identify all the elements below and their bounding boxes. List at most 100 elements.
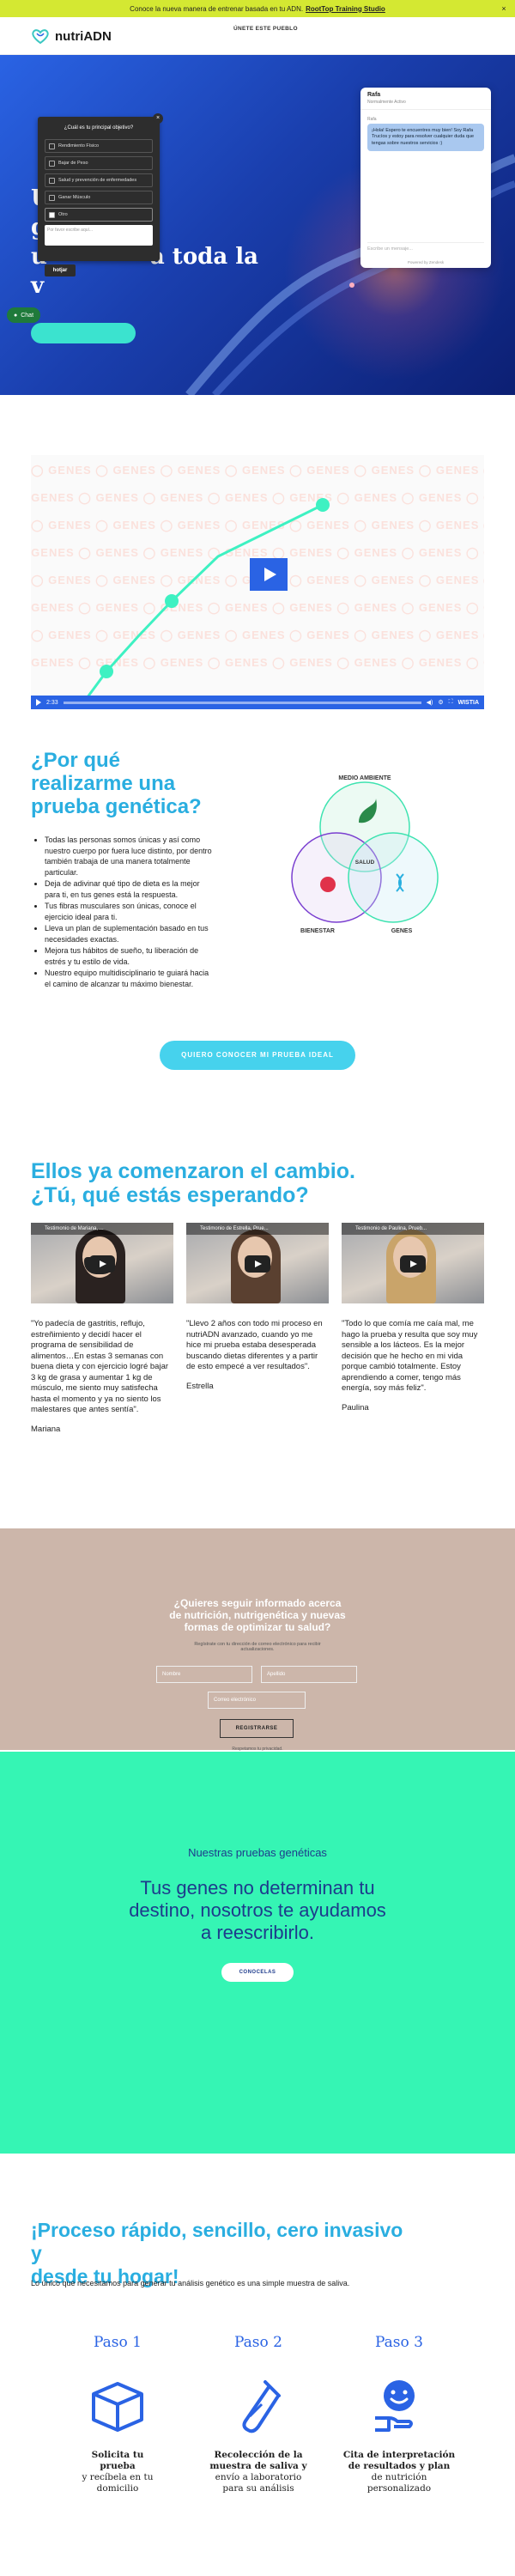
testimonial-video[interactable]: Testimonio de Estrella, Prue... — [186, 1223, 329, 1303]
tests-eyebrow: Nuestras pruebas genéticas — [188, 1846, 327, 1859]
newsletter-title-line: de nutrición, nutrigenética y nuevas — [169, 1609, 346, 1621]
nav-item[interactable]: ÚNETE ESTE PUEBLO — [233, 26, 298, 32]
testimonial-quote: "Yo padecía de gastritis, reflujo, estre… — [31, 1319, 169, 1414]
hero-line-3b: a toda la — [149, 244, 258, 270]
newsletter-title-line: formas de optimizar tu salud? — [184, 1621, 331, 1633]
why-list: Todas las personas somos únicas y así co… — [45, 835, 216, 990]
list-item: Nuestro equipo multidisciplinario te gui… — [45, 968, 216, 989]
hero-cta-button[interactable] — [31, 323, 136, 343]
close-icon[interactable]: × — [153, 113, 163, 124]
video-time: 2:33 — [46, 699, 58, 706]
chat-input[interactable]: Escribe un mensaje... — [367, 242, 484, 256]
step-description-line: prueba — [100, 2461, 136, 2471]
play-button[interactable] — [400, 1255, 426, 1273]
fullscreen-icon[interactable]: ⛶ — [449, 699, 453, 706]
step-description-line: Cita de interpretación — [342, 2450, 456, 2460]
tests-headline-line: Tus genes no determinan tu — [140, 1877, 375, 1899]
testimonial-video[interactable]: Testimonio de Paulina, Prueb... — [342, 1223, 484, 1303]
checkbox[interactable] — [49, 211, 55, 218]
promo-link[interactable]: RootTop Training Studio — [306, 5, 385, 13]
process-title: ¡Proceso rápido, sencillo, cero invasivo… — [31, 2219, 417, 2288]
video-caption: Testimonio de Estrella, Prue... — [186, 1223, 329, 1235]
survey-option[interactable]: Salud y prevención de enfermedades — [45, 173, 153, 187]
chat-header: Rafa Normalmente Activo — [360, 88, 491, 110]
newsletter-title-line: ¿Quieres seguir informado acerca — [173, 1597, 342, 1609]
wistia-logo[interactable]: WISTIA — [458, 700, 480, 706]
list-item: Mejora tus hábitos de sueño, tu liberaci… — [45, 945, 216, 967]
venn-diagram: MEDIO AMBIENTE BIENESTAR GENES SALUD — [291, 775, 439, 934]
tests-section: Nuestras pruebas genéticas Tus genes no … — [0, 1752, 515, 2154]
testimonial-video[interactable]: Testimonio de Mariana, ... — [31, 1223, 173, 1303]
survey-option[interactable]: Bajar de Peso — [45, 156, 153, 170]
chat-launcher-label: Chat — [21, 312, 34, 319]
testimonial-author: Estrella — [186, 1381, 214, 1391]
newsletter-title: ¿Quieres seguir informado acerca de nutr… — [163, 1597, 352, 1633]
survey-other-input[interactable]: Por favor escribe aquí... — [45, 225, 153, 246]
checkbox[interactable] — [49, 160, 55, 167]
survey-option-label: Salud y prevención de enfermedades — [58, 178, 137, 183]
box-icon — [92, 2382, 143, 2432]
tests-headline-line: destino, nosotros te ayudamos — [129, 1899, 386, 1921]
checkbox[interactable] — [49, 143, 55, 149]
survey-option-label: Otro — [58, 212, 68, 217]
promo-bar: Conoce la nueva manera de entrenar basad… — [0, 0, 515, 17]
play-button[interactable] — [245, 1255, 270, 1273]
play-icon[interactable] — [36, 699, 41, 706]
list-item: Todas las personas somos únicas y así co… — [45, 835, 216, 878]
process-step: Paso 3 Cita de interpretación de resulta… — [335, 2334, 464, 2494]
play-button[interactable] — [250, 558, 288, 591]
logo[interactable]: nutriADN — [31, 27, 112, 45]
promo-text: Conoce la nueva manera de entrenar basad… — [130, 4, 304, 13]
settings-icon[interactable]: ⚙ — [438, 699, 443, 706]
main-nav: ÚNETE ESTE PUEBLO — [233, 26, 506, 32]
email-field[interactable]: Correo electrónico — [208, 1692, 306, 1709]
why-title-line: ¿Por qué — [31, 749, 121, 772]
heart-dna-icon — [32, 29, 49, 45]
venn-label-right: GENES — [391, 928, 413, 934]
survey-option-label: Bajar de Peso — [58, 161, 88, 166]
process-step: Paso 2 Recolección de la muestra de sali… — [194, 2334, 323, 2494]
step-description-line: domicilio — [96, 2483, 139, 2494]
view-tests-button[interactable]: CONOCELAS — [221, 1963, 294, 1982]
first-name-field[interactable]: Nombre — [156, 1666, 252, 1683]
chat-launcher[interactable]: ● Chat — [7, 307, 41, 323]
process-step: Paso 1 Solicita tu prueba y recíbela en … — [53, 2334, 182, 2494]
chat-message: ¡Hola! Espero te encuentres muy bien! So… — [367, 124, 484, 152]
testimonials-title: Ellos ya comenzaron el cambio. ¿Tú, qué … — [31, 1159, 391, 1207]
survey-option[interactable]: Ganar Músculo — [45, 191, 153, 204]
tests-headline: Tus genes no determinan tu destino, noso… — [120, 1877, 395, 1944]
testimonial-author: Paulina — [342, 1402, 369, 1413]
survey-option-label: Ganar Músculo — [58, 195, 91, 200]
step-description: Solicita tu prueba y recíbela en tu domi… — [53, 2450, 182, 2494]
video-caption: Testimonio de Mariana, ... — [31, 1223, 173, 1235]
ideal-test-button[interactable]: QUIERO CONOCER MI PRUEBA IDEAL — [160, 1041, 355, 1070]
play-button[interactable] — [89, 1255, 115, 1273]
survey-option[interactable]: Rendimiento Físico — [45, 139, 153, 153]
video-player[interactable]: ◯ GENES ◯ GENES ◯ GENES ◯ GENES ◯ GENES … — [31, 455, 484, 709]
survey-option-label: Rendimiento Físico — [58, 143, 100, 149]
hotjar-badge[interactable]: hotjar — [45, 264, 76, 276]
checkbox[interactable] — [49, 194, 55, 201]
checkbox[interactable] — [49, 177, 55, 184]
testimonial-quote: "Llevo 2 años con todo mi proceso en nut… — [186, 1319, 323, 1371]
brand-name: nutriADN — [55, 28, 112, 44]
step-description-line: personalizado — [367, 2483, 432, 2494]
last-name-field[interactable]: Apellido — [261, 1666, 357, 1683]
list-item: Tus fibras musculares son únicas, conoce… — [45, 901, 216, 922]
register-button[interactable]: REGISTRARSE — [220, 1719, 294, 1738]
testimonial-author: Mariana — [31, 1424, 61, 1434]
process-subtitle: Lo único que necesitamos para generar tu… — [31, 2279, 350, 2287]
step-description-line: para su análisis — [222, 2483, 294, 2494]
step-description-line: y recíbela en tu — [82, 2472, 154, 2482]
volume-icon[interactable]: ◀) — [427, 699, 433, 706]
tests-headline-line: a reescribirlo. — [200, 1922, 315, 1943]
chat-footer: Powered by Zendesk — [407, 260, 445, 264]
close-icon[interactable]: × — [500, 4, 508, 13]
step-title: Paso 3 — [375, 2334, 423, 2351]
survey-option[interactable]: Otro — [45, 208, 153, 222]
step-description-line: Recolección de la — [214, 2450, 303, 2460]
testimonials-title-line: Ellos ya comenzaron el cambio. — [31, 1159, 355, 1183]
video-progress[interactable] — [63, 701, 421, 704]
step-description-line: de nutrición — [371, 2472, 427, 2482]
video-controls: 2:33 ◀) ⚙ ⛶ WISTIA — [31, 696, 484, 709]
